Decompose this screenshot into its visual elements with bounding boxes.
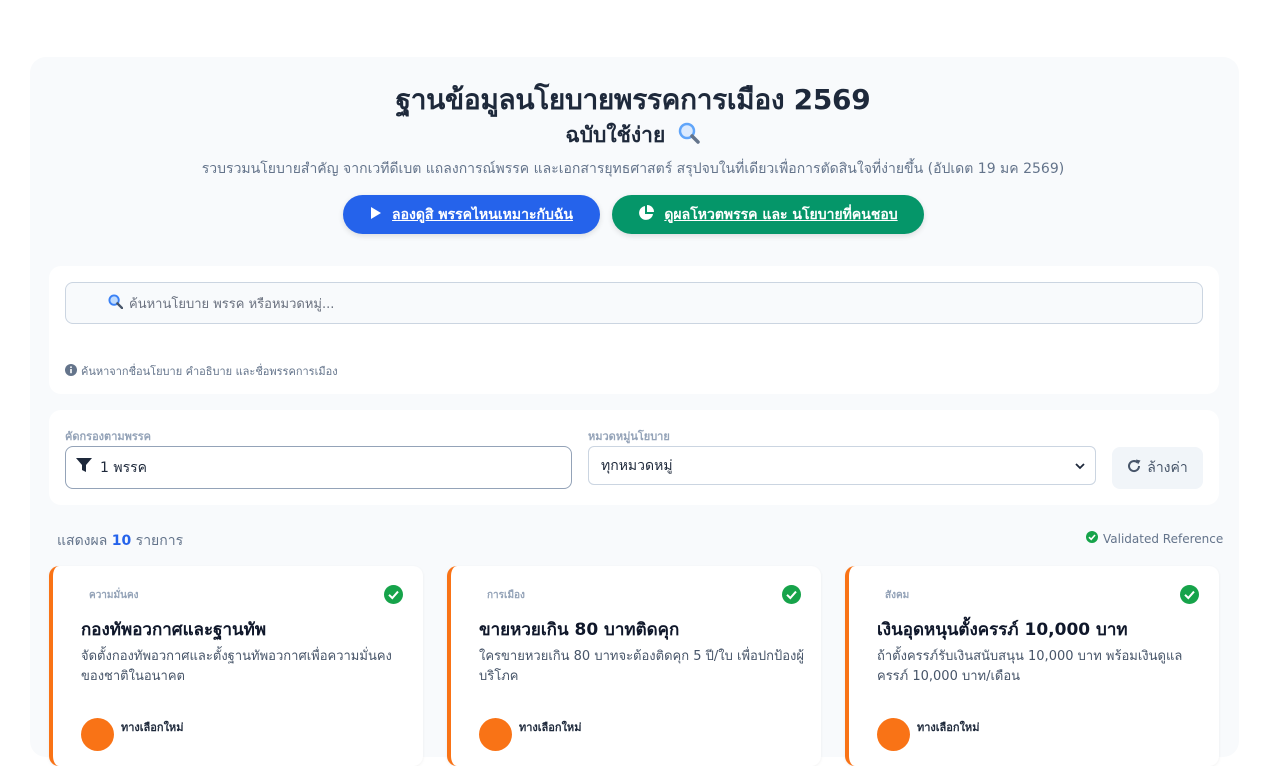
policy-card[interactable]: การเมือง ขายหวยเกิน 80 บาทติดคุก ใครขายห… — [447, 566, 821, 766]
verified-check-icon — [1180, 585, 1199, 608]
party-name: ทางเลือกใหม่ — [121, 721, 184, 734]
play-icon — [370, 206, 382, 224]
policy-title: ขายหวยเกิน 80 บาทติดคุก — [479, 620, 680, 640]
search-hint: ค้นหาจากชื่อนโยบาย คำอธิบาย และชื่อพรรคก… — [65, 362, 338, 380]
validated-text: Validated Reference — [1103, 531, 1224, 546]
magnifier-icon — [677, 121, 701, 150]
verified-check-icon — [384, 585, 403, 608]
party-filter-value: 1 พรรค — [100, 459, 147, 476]
party-logo — [81, 718, 114, 751]
page-subtitle-text: ฉบับใช้ง่าย — [565, 123, 666, 147]
pie-chart-icon — [638, 204, 655, 225]
party-logo — [877, 718, 910, 751]
page-title: ฐานข้อมูลนโยบายพรรคการเมือง 2569 — [395, 83, 871, 116]
validated-badge: Validated Reference — [1086, 531, 1223, 546]
party-quiz-label: ลองดูสิ พรรคไหนเหมาะกับฉัน — [392, 206, 573, 223]
party-name: ทางเลือกใหม่ — [519, 721, 582, 734]
result-count-number: 10 — [111, 533, 132, 549]
category-select[interactable]: ทุกหมวดหมู่ — [588, 446, 1096, 485]
vote-results-label: ดูผลโหวตพรรค และ นโยบายที่คนชอบ — [664, 206, 898, 223]
category-select-value: ทุกหมวดหมู่ — [601, 457, 673, 474]
party-filter-label: คัดกรองตามพรรค — [65, 430, 152, 443]
info-icon — [65, 363, 77, 379]
party-logo — [479, 718, 512, 751]
policy-title: เงินอุดหนุนตั้งครรภ์ 10,000 บาท — [877, 620, 1128, 640]
page-description: รวบรวมนโยบายสำคัญ จากเวทีดีเบต แถลงการณ์… — [201, 161, 1065, 177]
search-placeholder: ค้นหานโยบาย พรรค หรือหมวดหมู่... — [129, 296, 335, 312]
policy-card[interactable]: สังคม เงินอุดหนุนตั้งครรภ์ 10,000 บาท ถ้… — [845, 566, 1219, 766]
party-quiz-button[interactable]: ลองดูสิ พรรคไหนเหมาะกับฉัน — [343, 195, 600, 234]
policy-category: ความมั่นคง — [89, 590, 139, 601]
result-count-prefix: แสดงผล — [57, 533, 108, 549]
policy-category: การเมือง — [487, 590, 525, 601]
verified-check-icon — [782, 585, 801, 608]
search-icon — [108, 293, 124, 313]
result-count-suffix: รายการ — [135, 533, 184, 549]
policy-card[interactable]: ความมั่นคง กองทัพอวกาศและฐานทัพ จัดตั้งก… — [49, 566, 423, 766]
clear-filters-button[interactable]: ล้างค่า — [1112, 447, 1203, 489]
policy-description: จัดตั้งกองทัพอวกาศและตั้งฐานทัพอวกาศเพื่… — [81, 649, 392, 684]
policy-title: กองทัพอวกาศและฐานทัพ — [81, 620, 267, 640]
vote-results-button[interactable]: ดูผลโหวตพรรค และ นโยบายที่คนชอบ — [612, 195, 924, 234]
party-filter-button[interactable]: 1 พรรค — [65, 446, 572, 489]
clear-filters-label: ล้างค่า — [1147, 460, 1188, 476]
refresh-icon — [1127, 459, 1141, 477]
search-hint-text: ค้นหาจากชื่อนโยบาย คำอธิบาย และชื่อพรรคก… — [81, 365, 338, 378]
filter-icon — [76, 458, 92, 477]
page-subtitle: ฉบับใช้ง่าย — [0, 119, 1266, 152]
policy-description: ถ้าตั้งครรภ์รับเงินสนับสนุน 10,000 บาท พ… — [877, 649, 1183, 684]
party-name: ทางเลือกใหม่ — [917, 721, 980, 734]
policy-description: ใครขายหวยเกิน 80 บาทจะต้องติดคุก 5 ปี/ใบ… — [479, 649, 804, 684]
check-circle-icon — [1086, 531, 1098, 546]
category-filter-label: หมวดหมู่นโยบาย — [588, 430, 670, 443]
chevron-down-icon — [1075, 458, 1085, 474]
result-count: แสดงผล 10 รายการ — [57, 530, 183, 552]
search-input[interactable]: ค้นหานโยบาย พรรค หรือหมวดหมู่... — [65, 282, 1203, 324]
policy-category: สังคม — [885, 590, 910, 601]
